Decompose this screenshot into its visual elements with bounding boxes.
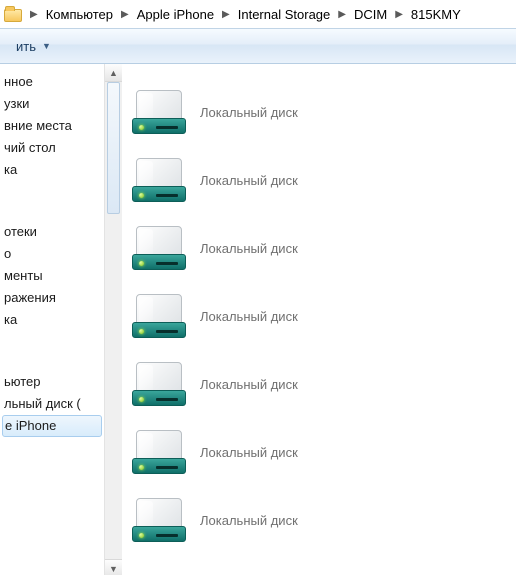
scroll-down-arrow-icon[interactable]: ▼ [105,559,122,575]
drive-item[interactable]: Локальный диск [132,214,516,282]
breadcrumb-item[interactable]: 815KMY [407,7,465,22]
organize-button[interactable]: ить ▼ [6,33,57,59]
hard-disk-icon [132,362,186,406]
chevron-right-icon[interactable]: ▶ [334,9,350,20]
body: нное узки вние места чий стол ка отеки о… [0,64,516,575]
drive-label: Локальный диск [200,241,298,256]
nav-list: нное узки вние места чий стол ка отеки о… [0,64,104,437]
content-pane[interactable]: Локальный диск Локальный диск Локальный … [122,64,516,575]
breadcrumb-item[interactable]: Internal Storage [234,7,335,22]
breadcrumb-label: DCIM [352,7,389,22]
chevron-right-icon[interactable]: ▶ [117,9,133,20]
nav-item-label: льный диск ( [4,396,81,411]
drive-label: Локальный диск [200,105,298,120]
folder-icon [4,6,22,22]
organize-label: ить [16,39,36,54]
breadcrumb-item[interactable]: DCIM [350,7,391,22]
drive-label: Локальный диск [200,445,298,460]
breadcrumb-item[interactable]: Компьютер [42,7,117,22]
breadcrumb-label: Internal Storage [236,7,333,22]
nav-item-label: ка [4,162,17,177]
nav-item-label: отеки [4,224,37,239]
drive-item[interactable]: Локальный диск [132,350,516,418]
nav-scrollbar[interactable]: ▲ ▼ [104,64,122,575]
chevron-right-icon[interactable]: ▶ [26,9,42,20]
hard-disk-icon [132,226,186,270]
nav-item[interactable]: льный диск ( [0,393,104,415]
nav-item[interactable]: о [0,243,104,265]
nav-item[interactable]: ражения [0,287,104,309]
nav-item-label: узки [4,96,29,111]
toolbar: ить ▼ [0,29,516,64]
nav-item-selected[interactable]: e iPhone [2,415,102,437]
nav-item[interactable]: узки [0,93,104,115]
chevron-down-icon: ▼ [42,41,51,51]
drive-item[interactable]: Локальный диск [132,146,516,214]
nav-item-label: e iPhone [5,418,56,433]
nav-item[interactable]: ка [0,309,104,331]
nav-item[interactable]: вние места [0,115,104,137]
drive-item[interactable]: Локальный диск [132,486,516,554]
breadcrumb-label: 815KMY [409,7,463,22]
nav-item[interactable]: нное [0,71,104,93]
hard-disk-icon [132,90,186,134]
nav-item-label: нное [4,74,33,89]
hard-disk-icon [132,498,186,542]
drive-item[interactable]: Локальный диск [132,418,516,486]
explorer-window: ▶ Компьютер ▶ Apple iPhone ▶ Internal St… [0,0,516,575]
scroll-up-arrow-icon[interactable]: ▲ [105,64,122,82]
nav-item[interactable]: менты [0,265,104,287]
drive-item[interactable]: Локальный диск [132,78,516,146]
nav-item-label: о [4,246,11,261]
nav-item[interactable]: ьютер [0,371,104,393]
drive-item[interactable]: Локальный диск [132,282,516,350]
breadcrumb-item[interactable]: Apple iPhone [133,7,218,22]
nav-item[interactable]: ка [0,159,104,181]
nav-item[interactable]: чий стол [0,137,104,159]
hard-disk-icon [132,430,186,474]
navigation-pane: нное узки вние места чий стол ка отеки о… [0,64,104,575]
nav-item-label: ьютер [4,374,41,389]
drive-label: Локальный диск [200,173,298,188]
nav-item-label: вние места [4,118,72,133]
hard-disk-icon [132,158,186,202]
breadcrumb-label: Apple iPhone [135,7,216,22]
breadcrumb-label: Компьютер [44,7,115,22]
drive-label: Локальный диск [200,309,298,324]
nav-item[interactable]: отеки [0,221,104,243]
chevron-right-icon[interactable]: ▶ [391,9,407,20]
chevron-right-icon[interactable]: ▶ [218,9,234,20]
hard-disk-icon [132,294,186,338]
nav-item-label: менты [4,268,43,283]
nav-item-label: ка [4,312,17,327]
drive-label: Локальный диск [200,377,298,392]
nav-item-label: ражения [4,290,56,305]
address-bar[interactable]: ▶ Компьютер ▶ Apple iPhone ▶ Internal St… [0,0,516,29]
drive-label: Локальный диск [200,513,298,528]
scroll-thumb[interactable] [107,82,120,214]
nav-item-label: чий стол [4,140,56,155]
